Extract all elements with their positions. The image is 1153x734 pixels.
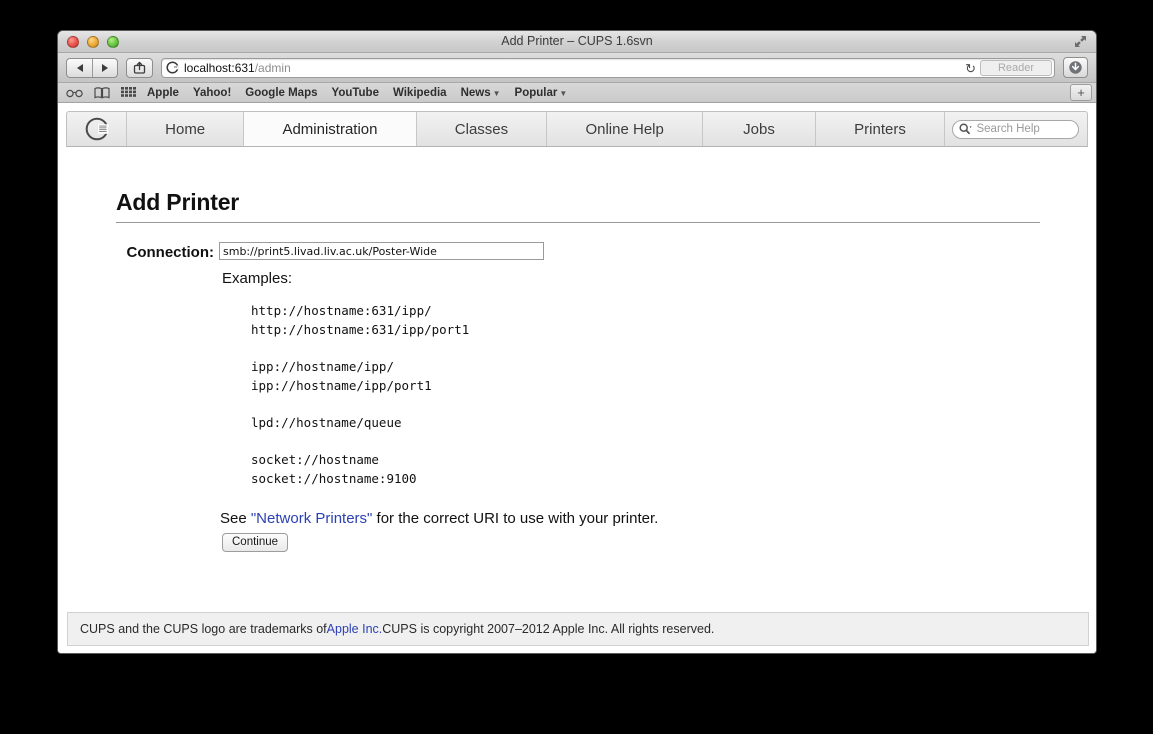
url-address-field[interactable]: localhost:631/admin ↻ Reader	[161, 57, 1055, 78]
example-uri: lpd://hostname/queue	[251, 415, 402, 430]
bookmark-apple[interactable]: Apple	[147, 87, 179, 99]
example-group: lpd://hostname/queue	[251, 413, 1096, 432]
footer-text-after: CUPS is copyright 2007–2012 Apple Inc. A…	[382, 622, 715, 636]
bookmarks-book-icon[interactable]	[94, 86, 110, 99]
top-sites-grid-icon[interactable]	[121, 86, 136, 99]
example-group: socket://hostname socket://hostname:9100	[251, 450, 1096, 488]
cups-navigation-tabs: Home Administration Classes Online Help …	[66, 111, 1088, 147]
footer-text-before: CUPS and the CUPS logo are trademarks of	[80, 622, 327, 636]
bookmark-label: Wikipedia	[392, 86, 447, 99]
bookmark-label: News	[460, 86, 491, 99]
example-uri: ipp://hostname/ipp/port1	[251, 378, 432, 393]
tab-classes[interactable]: Classes	[417, 112, 548, 146]
add-tab-button[interactable]: +	[1070, 84, 1092, 101]
example-uri: http://hostname:631/ipp/	[251, 303, 432, 318]
bookmark-yahoo[interactable]: Yahoo!	[193, 87, 231, 99]
browser-toolbar: localhost:631/admin ↻ Reader	[58, 53, 1096, 83]
forward-arrow-icon[interactable]	[92, 58, 117, 77]
tab-label: Jobs	[743, 120, 775, 138]
tab-label: Printers	[854, 120, 906, 138]
example-uri: socket://hostname	[251, 452, 379, 467]
examples-label: Examples:	[222, 270, 293, 287]
tab-jobs[interactable]: Jobs	[703, 112, 816, 146]
page-content: Add Printer Connection: Examples: http:/…	[58, 147, 1096, 552]
bookmark-google-maps[interactable]: Google Maps	[245, 87, 317, 99]
tab-administration[interactable]: Administration	[244, 112, 417, 146]
reading-list-icon[interactable]	[66, 87, 83, 98]
tab-printers[interactable]: Printers	[816, 112, 945, 146]
url-host: localhost:631	[184, 60, 255, 75]
url-text: localhost:631/admin	[184, 61, 291, 75]
share-icon[interactable]	[126, 57, 153, 78]
search-magnifier-icon	[959, 123, 973, 135]
connection-label: Connection:	[126, 244, 215, 261]
url-path: /admin	[254, 60, 291, 75]
cups-logo-icon[interactable]	[67, 112, 127, 146]
page-title: Add Printer	[116, 189, 1040, 223]
chevron-down-icon: ▼	[559, 88, 568, 98]
tab-label: Home	[165, 120, 206, 138]
window-titlebar: Add Printer – CUPS 1.6svn	[58, 31, 1096, 53]
navigation-buttons	[66, 57, 118, 78]
tab-home[interactable]: Home	[127, 112, 245, 146]
reader-button[interactable]: Reader	[980, 60, 1052, 76]
cups-page: Home Administration Classes Online Help …	[58, 103, 1096, 653]
bookmark-label: YouTube	[331, 86, 379, 99]
tab-label: Administration	[282, 120, 378, 138]
search-help-container: Search Help	[945, 112, 1087, 146]
hint-suffix: for the correct URI to use with your pri…	[372, 510, 659, 527]
downloads-icon[interactable]	[1063, 57, 1088, 78]
desktop-backdrop: Add Printer – CUPS 1.6svn localhost:631/…	[0, 0, 1153, 734]
fullscreen-arrows-icon[interactable]	[1073, 34, 1088, 49]
continue-button[interactable]: Continue	[222, 533, 289, 552]
bookmark-label: Apple	[147, 86, 179, 99]
hint-prefix: See	[220, 510, 251, 527]
connection-row: Connection:	[116, 242, 1096, 261]
bookmark-popular[interactable]: Popular ▼	[515, 87, 568, 99]
network-printers-link[interactable]: "Network Printers"	[251, 510, 373, 527]
network-printers-hint: See "Network Printers" for the correct U…	[220, 510, 1096, 527]
bookmarks-bar: Apple Yahoo! Google Maps YouTube Wikiped…	[58, 83, 1096, 103]
chevron-down-icon: ▼	[492, 88, 501, 98]
connection-input[interactable]	[219, 242, 544, 260]
bookmark-label: Google Maps	[245, 86, 318, 99]
example-group: http://hostname:631/ipp/ http://hostname…	[251, 301, 1096, 339]
example-uri: socket://hostname:9100	[251, 471, 417, 486]
cups-favicon	[166, 61, 179, 74]
tab-label: Classes	[454, 120, 509, 138]
example-uri: ipp://hostname/ipp/	[251, 359, 394, 374]
search-help-input[interactable]: Search Help	[952, 119, 1080, 139]
bookmark-label: Yahoo!	[192, 86, 232, 99]
bookmark-wikipedia[interactable]: Wikipedia	[393, 87, 447, 99]
apple-inc-link[interactable]: Apple Inc.	[327, 622, 383, 636]
window-title: Add Printer – CUPS 1.6svn	[501, 34, 653, 48]
safari-browser-window: Add Printer – CUPS 1.6svn localhost:631/…	[57, 30, 1097, 654]
tab-label: Online Help	[585, 120, 664, 138]
bookmark-youtube[interactable]: YouTube	[332, 87, 379, 99]
bookmark-news[interactable]: News ▼	[461, 87, 501, 99]
search-help-placeholder: Search Help	[976, 123, 1040, 135]
page-footer: CUPS and the CUPS logo are trademarks of…	[67, 612, 1089, 646]
example-uri: http://hostname:631/ipp/port1	[251, 322, 470, 337]
example-group: ipp://hostname/ipp/ ipp://hostname/ipp/p…	[251, 357, 1096, 395]
back-arrow-icon[interactable]	[67, 59, 92, 77]
tab-online-help[interactable]: Online Help	[547, 112, 703, 146]
bookmark-label: Popular	[514, 86, 558, 99]
reload-icon[interactable]: ↻	[965, 62, 976, 75]
examples-list: http://hostname:631/ipp/ http://hostname…	[251, 301, 1096, 488]
